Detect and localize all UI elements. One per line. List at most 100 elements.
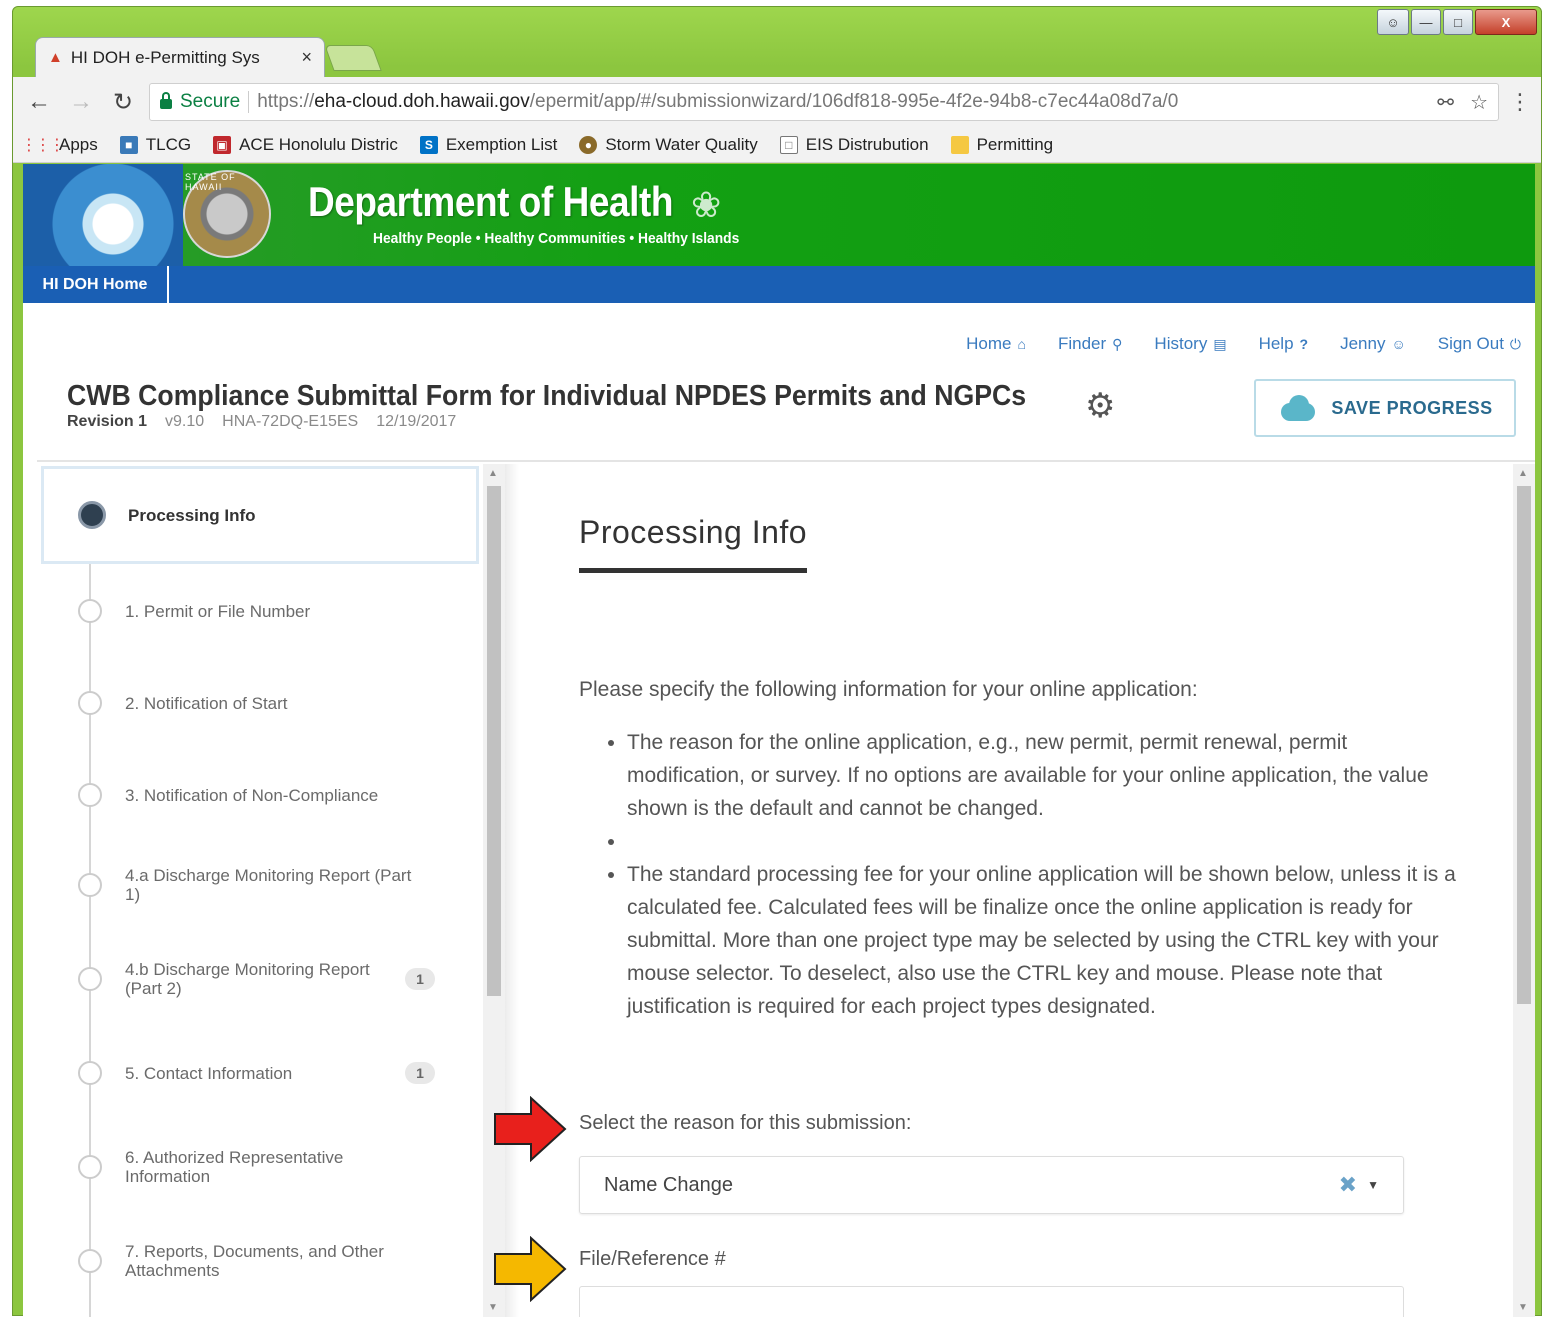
step-label: 6. Authorized Representative Information bbox=[125, 1148, 344, 1186]
forward-icon[interactable]: → bbox=[65, 86, 97, 118]
step-dot bbox=[78, 1061, 102, 1085]
nav-finder-label: Finder bbox=[1057, 334, 1107, 353]
star-icon[interactable]: ☆ bbox=[1470, 90, 1488, 115]
reload-icon[interactable]: ↻ bbox=[107, 86, 139, 118]
back-icon[interactable]: ← bbox=[23, 86, 55, 118]
main-scroll-thumb[interactable] bbox=[1517, 486, 1531, 1004]
clear-icon[interactable]: ✖ bbox=[1339, 1172, 1357, 1198]
bookmark-apps[interactable]: ⋮⋮⋮ Apps bbox=[21, 134, 98, 155]
folder-icon bbox=[950, 135, 969, 154]
bookmark-label: ACE Honolulu Distric bbox=[239, 134, 398, 154]
step-label: 7. Reports, Documents, and Other Attachm… bbox=[125, 1242, 384, 1280]
red-arrow-annotation bbox=[494, 1096, 567, 1162]
gear-icon[interactable]: ⚙ bbox=[1085, 386, 1115, 426]
step-attachments[interactable]: 7. Reports, Documents, and Other Attachm… bbox=[41, 1238, 479, 1284]
step-processing-info[interactable]: Processing Info bbox=[41, 466, 479, 564]
scroll-down-icon[interactable]: ▼ bbox=[488, 1302, 498, 1313]
url-text: https://eha-cloud.doh.hawaii.gov/epermit… bbox=[257, 91, 1178, 113]
bookmark-label: Apps bbox=[59, 134, 98, 154]
close-window-icon[interactable]: X bbox=[1475, 9, 1537, 35]
step-permit-number[interactable]: 1. Permit or File Number bbox=[41, 588, 479, 634]
step-notification-start[interactable]: 2. Notification of Start bbox=[41, 680, 479, 726]
ace-icon: ▣ bbox=[213, 135, 232, 154]
nav-help[interactable]: Help? bbox=[1259, 334, 1309, 354]
step-contact-info[interactable]: 5. Contact Information 1 bbox=[41, 1050, 479, 1096]
main-scrollbar[interactable]: ▲ ▼ bbox=[1513, 464, 1535, 1317]
nav-home[interactable]: Home ⌂ bbox=[966, 334, 1026, 354]
section-title: Processing Info bbox=[579, 514, 808, 550]
menu-icon[interactable]: ⋮ bbox=[1509, 89, 1531, 115]
nav-user[interactable]: Jenny ☺ bbox=[1340, 334, 1406, 354]
scroll-down-icon[interactable]: ▼ bbox=[1518, 1302, 1528, 1313]
minimize-icon[interactable]: — bbox=[1411, 9, 1441, 35]
header-divider bbox=[37, 460, 1535, 462]
document-icon: □ bbox=[779, 135, 798, 154]
list-item: The reason for the online application, e… bbox=[627, 726, 1457, 825]
bookmarks-bar: ⋮⋮⋮ Apps ■ TLCG ▣ ACE Honolulu Distric S Exe… bbox=[13, 127, 1541, 163]
window-controls: ☺ — □ X bbox=[1377, 9, 1537, 35]
user-profile-icon[interactable]: ☺ bbox=[1377, 9, 1409, 35]
nav-home-label: Home bbox=[966, 334, 1012, 353]
nav-history[interactable]: History ▤ bbox=[1154, 334, 1226, 354]
sidebar-scrollbar[interactable]: ▲ ▼ bbox=[483, 464, 505, 1317]
step-non-compliance[interactable]: 3. Notification of Non-Compliance bbox=[41, 772, 479, 818]
omnibox-icons: ⚯ ☆ bbox=[1437, 90, 1488, 115]
tab-close-icon[interactable]: × bbox=[301, 47, 312, 68]
step-dmr-part1[interactable]: 4.a Discharge Monitoring Report (Part 1) bbox=[41, 862, 479, 908]
doh-banner: STATE OF HAWAII Department of Health ❀ H… bbox=[23, 164, 1535, 266]
step-authorized-rep[interactable]: 6. Authorized Representative Information bbox=[41, 1144, 479, 1190]
browser-tab[interactable]: ▲ HI DOH e-Permitting Sys × bbox=[35, 37, 325, 77]
new-tab-button[interactable] bbox=[324, 45, 382, 71]
bookmark-exemption[interactable]: S Exemption List bbox=[419, 135, 557, 155]
site-nav-bar: HI DOH Home bbox=[23, 266, 1535, 303]
step-label: 4.a Discharge Monitoring Report (Part 1) bbox=[125, 866, 412, 904]
apps-icon: ⋮⋮⋮ bbox=[21, 136, 65, 154]
tlcg-icon: ■ bbox=[119, 135, 138, 154]
step-badge: 1 bbox=[405, 968, 435, 990]
nav-signout-label: Sign Out bbox=[1437, 334, 1504, 353]
home-icon: ⌂ bbox=[1017, 336, 1026, 352]
step-dot bbox=[78, 967, 102, 991]
bookmark-eis[interactable]: □ EIS Distrubution bbox=[779, 134, 929, 155]
step-dmr-part2[interactable]: 4.b Discharge Monitoring Report (Part 2)… bbox=[41, 956, 479, 1002]
bookmark-ace[interactable]: ▣ ACE Honolulu Distric bbox=[213, 135, 398, 155]
doh-logo-icon: ❀ bbox=[691, 184, 722, 225]
step-dot bbox=[78, 691, 102, 715]
main-content: Processing Info Please specify the follo… bbox=[494, 464, 1535, 1317]
nav-help-label: Help bbox=[1258, 334, 1294, 353]
form-date: 12/19/2017 bbox=[376, 413, 457, 430]
wizard-sidebar: Processing Info 1. Permit or File Number… bbox=[37, 464, 519, 1317]
chevron-down-icon[interactable]: ▼ bbox=[1367, 1178, 1379, 1192]
step-badge: 1 bbox=[405, 1062, 435, 1084]
address-bar[interactable]: Secure https://eha-cloud.doh.hawaii.gov/… bbox=[149, 83, 1499, 121]
sidebar-scroll-thumb[interactable] bbox=[487, 486, 501, 996]
scroll-up-icon[interactable]: ▲ bbox=[1518, 468, 1528, 479]
key-icon[interactable]: ⚯ bbox=[1437, 90, 1454, 115]
file-ref-input[interactable] bbox=[579, 1286, 1404, 1317]
scroll-up-icon[interactable]: ▲ bbox=[488, 468, 498, 479]
step-dot bbox=[78, 599, 102, 623]
save-progress-button[interactable]: SAVE PROGRESS bbox=[1254, 379, 1516, 437]
list-item bbox=[627, 825, 1457, 858]
browser-window: ☺ — □ X ▲ HI DOH e-Permitting Sys × ← → … bbox=[12, 6, 1542, 1317]
bookmark-tlcg[interactable]: ■ TLCG bbox=[119, 134, 192, 155]
intro-text: Please specify the following information… bbox=[579, 678, 1198, 701]
bookmark-label: TLCG bbox=[145, 134, 192, 154]
nav-signout[interactable]: Sign Out ⏻ bbox=[1438, 334, 1521, 354]
secure-indicator[interactable]: Secure bbox=[160, 91, 240, 113]
bookmark-storm-water[interactable]: ● Storm Water Quality bbox=[579, 135, 758, 155]
nav-finder[interactable]: Finder ⚲ bbox=[1058, 334, 1122, 354]
step-label: 4.b Discharge Monitoring Report (Part 2) bbox=[125, 960, 370, 998]
page-viewport: STATE OF HAWAII Department of Health ❀ H… bbox=[23, 164, 1535, 1317]
revision: Revision 1 bbox=[67, 413, 148, 430]
bookmark-label: EIS Distrubution bbox=[805, 134, 929, 154]
hi-doh-home-link[interactable]: HI DOH Home bbox=[23, 266, 169, 303]
cloud-upload-icon bbox=[1277, 395, 1317, 421]
nav-user-label: Jenny bbox=[1340, 334, 1386, 353]
step-label: 1. Permit or File Number bbox=[125, 601, 311, 621]
save-label: SAVE PROGRESS bbox=[1331, 397, 1493, 418]
bookmark-permitting[interactable]: Permitting bbox=[950, 135, 1053, 155]
reason-select[interactable]: Name Change ✖ ▼ bbox=[579, 1156, 1404, 1214]
dept-title: Department of Health bbox=[308, 178, 673, 225]
maximize-icon[interactable]: □ bbox=[1443, 9, 1473, 35]
